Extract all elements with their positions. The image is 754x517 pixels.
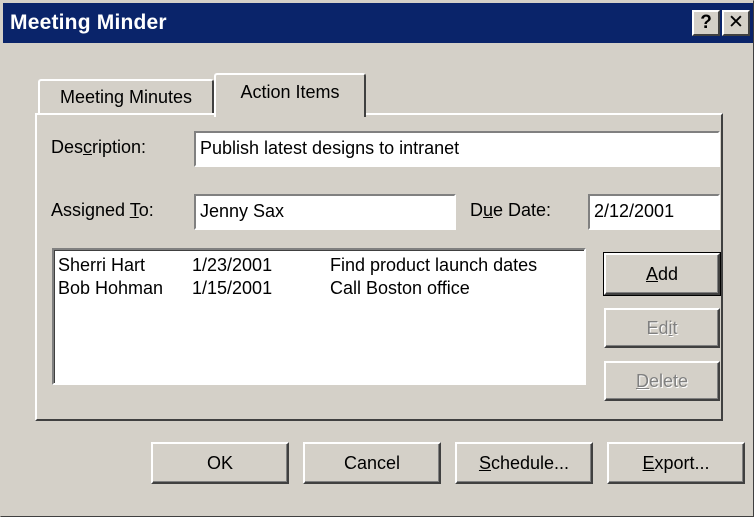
description-field[interactable]: Publish latest designs to intranet — [194, 131, 720, 167]
close-icon: ✕ — [728, 12, 744, 33]
action-items-list[interactable]: Sherri Hart 1/23/2001 Find product launc… — [52, 248, 586, 385]
window-title: Meeting Minder — [10, 11, 167, 34]
due-date-label: Due Date: — [470, 200, 552, 220]
item-task: Call Boston office — [330, 278, 470, 298]
list-item[interactable]: Sherri Hart 1/23/2001 Find product launc… — [58, 254, 584, 277]
due-date-field[interactable]: 2/12/2001 — [588, 194, 720, 230]
close-button[interactable]: ✕ — [722, 10, 750, 36]
tab-action-items-label: Action Items — [240, 82, 340, 102]
delete-button[interactable]: Delete — [604, 361, 720, 401]
ok-button[interactable]: OK — [151, 442, 289, 484]
tab-meeting-minutes-label: Meeting Minutes — [59, 87, 193, 107]
item-person: Bob Hohman — [58, 278, 164, 298]
item-person: Sherri Hart — [58, 255, 146, 275]
title-bar[interactable]: Meeting Minder ? ✕ — [3, 3, 753, 43]
action-items-panel: Description: Publish latest designs to i… — [35, 113, 723, 421]
list-item[interactable]: Bob Hohman 1/15/2001 Call Boston office — [58, 277, 584, 300]
assigned-to-field[interactable]: Jenny Sax — [194, 194, 456, 230]
description-label: Description: — [51, 137, 147, 157]
item-date: 1/15/2001 — [192, 278, 273, 298]
tab-meeting-minutes[interactable]: Meeting Minutes — [38, 79, 214, 113]
edit-button[interactable]: Edit — [604, 308, 720, 348]
schedule-button[interactable]: Schedule... — [455, 442, 593, 484]
add-button[interactable]: Add — [603, 252, 721, 296]
help-icon: ? — [700, 12, 712, 33]
help-button[interactable]: ? — [692, 10, 720, 36]
item-date: 1/23/2001 — [192, 255, 273, 275]
export-button[interactable]: Export... — [607, 442, 745, 484]
item-task: Find product launch dates — [330, 255, 538, 275]
tab-action-items[interactable]: Action Items — [214, 73, 366, 117]
assigned-to-label: Assigned To: — [51, 200, 154, 220]
meeting-minder-dialog: Meeting Minder ? ✕ Meeting Minutes Actio… — [0, 0, 754, 517]
cancel-button[interactable]: Cancel — [303, 442, 441, 484]
